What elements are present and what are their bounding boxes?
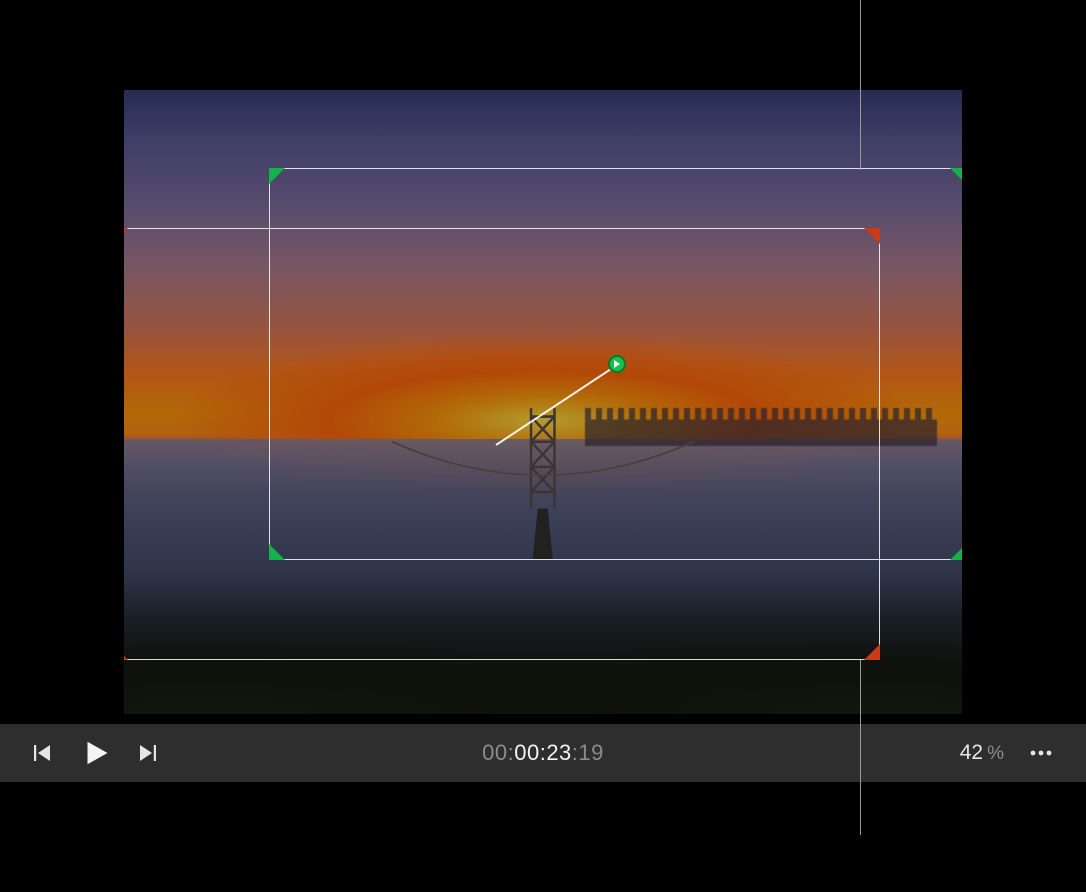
zoom-level[interactable]: 42 % — [952, 738, 1012, 768]
next-edit-button[interactable] — [126, 733, 170, 773]
ellipsis-icon — [1028, 741, 1054, 765]
zoom-value: 42 — [960, 741, 983, 765]
timecode-minutes: 00 — [514, 740, 539, 765]
play-button[interactable] — [70, 730, 120, 776]
kenburns-end-handle-tl[interactable] — [269, 168, 285, 184]
kenburns-start-handle-bl[interactable] — [124, 644, 128, 660]
kenburns-motion-arrowhead[interactable] — [608, 355, 626, 373]
skip-forward-icon — [136, 741, 160, 765]
kenburns-end-handle-bl[interactable] — [269, 544, 285, 560]
kenburns-end-handle-tr[interactable] — [950, 168, 962, 184]
previous-edit-button[interactable] — [20, 733, 64, 773]
kenburns-start-handle-tl[interactable] — [124, 228, 128, 244]
play-icon — [80, 738, 110, 768]
callout-line-bottom — [860, 660, 861, 835]
timecode-seconds: 23 — [546, 740, 571, 765]
video-viewer — [124, 90, 962, 714]
callout-line-top — [860, 0, 861, 170]
timecode-hours: 00 — [482, 740, 507, 765]
zoom-unit: % — [987, 743, 1004, 765]
playback-toolbar: 00:00:23:19 42 % — [0, 724, 1086, 782]
kenburns-start-handle-br[interactable] — [864, 644, 880, 660]
more-options-button[interactable] — [1018, 733, 1064, 773]
skip-back-icon — [30, 741, 54, 765]
kenburns-end-handle-br[interactable] — [950, 544, 962, 560]
timecode-display[interactable]: 00:00:23:19 — [482, 740, 604, 766]
timecode-frames: 19 — [578, 740, 603, 765]
